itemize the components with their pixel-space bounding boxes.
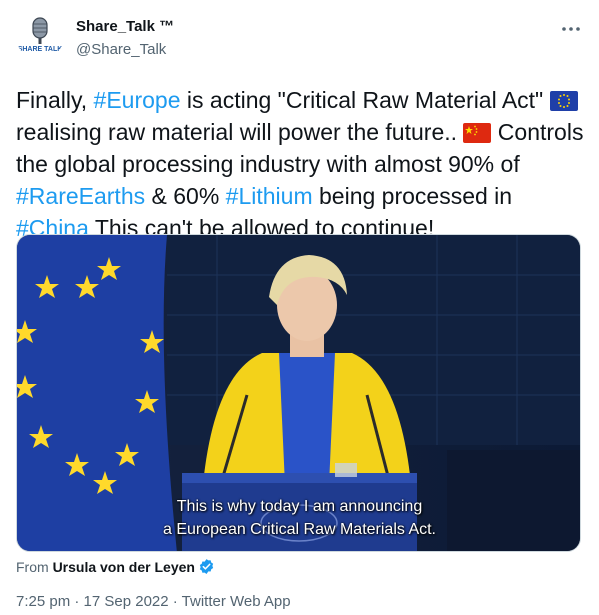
video-caption-line2: a European Critical Raw Materials Act. (163, 521, 436, 538)
tweet-text-seg5: & 60% (145, 183, 226, 209)
media-source-name[interactable]: Ursula von der Leyen (53, 559, 195, 575)
video-caption-line1: This is why today I am announcing (176, 498, 423, 515)
tweet-text-seg6: being processed in (312, 183, 513, 209)
avatar[interactable]: SHARE TALK (16, 12, 64, 60)
tweet-text: Finally, #Europe is acting "Critical Raw… (16, 84, 586, 244)
microphone-logo-icon: SHARE TALK (16, 12, 64, 60)
hashtag-europe[interactable]: #Europe (94, 87, 181, 113)
tweet-text-seg1: Finally, (16, 87, 94, 113)
more-dots-icon (562, 27, 580, 31)
tweet-timestamp[interactable]: 7:25 pm · 17 Sep 2022 · Twitter Web App (16, 593, 291, 610)
hashtag-rare-earths[interactable]: #RareEarths (16, 183, 145, 209)
avatar-logo-text: SHARE TALK (18, 46, 63, 53)
verified-badge-icon (199, 559, 214, 574)
tweet: SHARE TALK Share_Talk ™ @Share_Talk Fina… (0, 0, 599, 615)
author-handle[interactable]: @Share_Talk (76, 41, 166, 58)
media-source: From Ursula von der Leyen (16, 558, 215, 575)
author-name[interactable]: Share_Talk ™ (76, 18, 174, 35)
more-options-button[interactable] (556, 14, 586, 44)
eu-flag-emoji-icon (549, 91, 578, 111)
tweet-text-seg3: realising raw material will power the fu… (16, 119, 464, 145)
tweet-text-seg2: is acting "Critical Raw Material Act" (180, 87, 550, 113)
hashtag-lithium[interactable]: #Lithium (226, 183, 313, 209)
media-source-prefix: From (16, 559, 53, 575)
china-flag-emoji-icon (463, 123, 492, 143)
video-media[interactable]: This is why today I am announcing a Euro… (16, 234, 581, 552)
